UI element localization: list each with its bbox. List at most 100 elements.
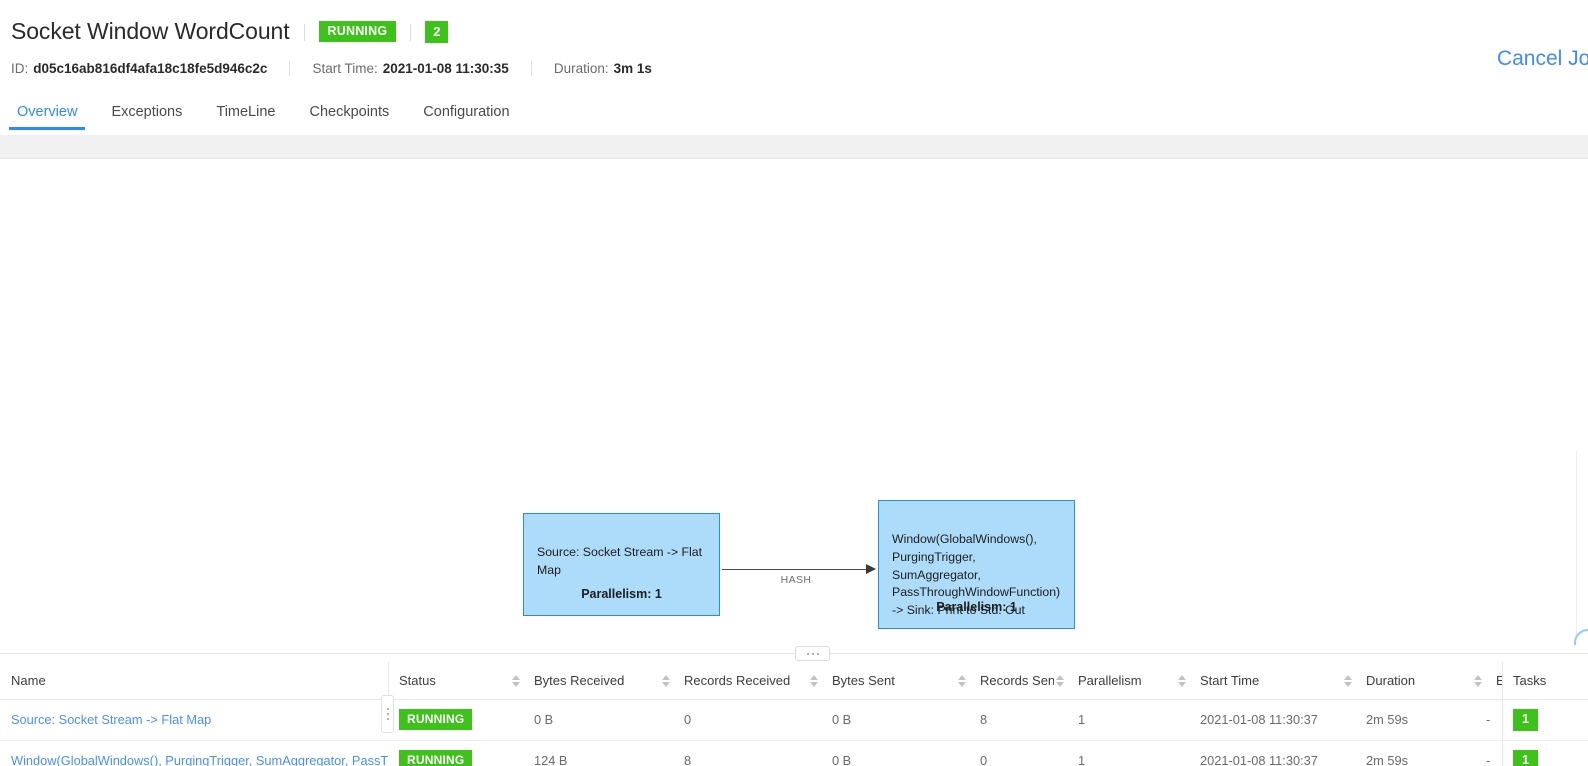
cell-bytes-received: 124 B bbox=[510, 740, 660, 766]
col-header-records-sent-label: Records Sent bbox=[980, 673, 1054, 688]
grip-dot bbox=[386, 708, 389, 710]
cell-end-time-value: - bbox=[1486, 712, 1491, 728]
duration-value: 3m 1s bbox=[613, 61, 652, 76]
panel-resize-bar bbox=[0, 653, 1588, 654]
row-tasks-badge: 1 bbox=[1513, 749, 1538, 766]
col-header-bytes-sent[interactable]: Bytes Sent bbox=[808, 662, 956, 700]
cell-start-time: 2021-01-08 11:30:37 bbox=[1176, 740, 1342, 766]
col-header-end-time[interactable]: E bbox=[1472, 662, 1502, 700]
column-resize-handle[interactable] bbox=[381, 695, 394, 733]
sort-icon[interactable] bbox=[1342, 674, 1353, 687]
grip-dot bbox=[806, 652, 809, 655]
row-status-badge: RUNNING bbox=[399, 709, 473, 731]
graph-edge-arrow-icon bbox=[866, 564, 876, 574]
cell-start-time: 2021-01-08 11:30:37 bbox=[1176, 699, 1342, 741]
sort-icon[interactable] bbox=[1472, 674, 1483, 687]
cell-duration: 2m 59s bbox=[1342, 699, 1472, 741]
sort-icon[interactable] bbox=[510, 674, 521, 687]
status-badge: RUNNING bbox=[318, 20, 397, 43]
tab-timeline-label: TimeLine bbox=[216, 104, 276, 120]
cell-duration-value: 2m 59s bbox=[1366, 712, 1408, 728]
tab-overview-label: Overview bbox=[17, 104, 78, 120]
graph-node-window[interactable]: Window(GlobalWindows(), PurgingTrigger, … bbox=[878, 500, 1075, 629]
tab-checkpoints[interactable]: Checkpoints bbox=[292, 98, 406, 130]
tab-overview[interactable]: Overview bbox=[0, 98, 94, 130]
col-header-start-time[interactable]: Start Time bbox=[1176, 662, 1342, 700]
graph-edge-line bbox=[722, 569, 870, 570]
col-header-start-time-label: Start Time bbox=[1200, 673, 1260, 688]
col-header-parallelism-label: Parallelism bbox=[1078, 673, 1142, 688]
cell-records-received: 8 bbox=[660, 740, 808, 766]
cell-records-received: 0 bbox=[660, 699, 808, 741]
cell-bytes-received: 0 B bbox=[510, 699, 660, 741]
meta-divider-1 bbox=[289, 61, 291, 76]
sort-icon[interactable] bbox=[808, 674, 819, 687]
col-header-records-received-label: Records Received bbox=[684, 673, 791, 688]
start-time-value: 2021-01-08 11:30:35 bbox=[382, 61, 509, 76]
graph-node-source-parallelism: Parallelism: 1 bbox=[581, 587, 662, 601]
col-header-duration-label: Duration bbox=[1366, 673, 1416, 688]
tab-configuration[interactable]: Configuration bbox=[406, 98, 526, 130]
col-header-tasks[interactable]: Tasks bbox=[1502, 662, 1588, 700]
col-header-status[interactable]: Status bbox=[388, 662, 510, 700]
col-header-bytes-received-label: Bytes Received bbox=[534, 673, 625, 688]
sort-icon[interactable] bbox=[660, 674, 671, 687]
cell-start-time-value: 2021-01-08 11:30:37 bbox=[1200, 752, 1318, 766]
canvas-side-divider bbox=[1576, 451, 1577, 645]
job-id-value: d05c16ab816df4afa18c18fe5d946c2c bbox=[33, 61, 268, 76]
cell-parallelism-value: 1 bbox=[1078, 752, 1086, 766]
subtask-name-link[interactable]: Window(GlobalWindows(), PurgingTrigger, … bbox=[0, 753, 388, 766]
graph-edge-label: HASH bbox=[780, 574, 812, 586]
cell-parallelism: 1 bbox=[1054, 740, 1176, 766]
col-header-tasks-label: Tasks bbox=[1513, 673, 1547, 688]
sort-icon[interactable] bbox=[1054, 674, 1065, 687]
col-header-duration[interactable]: Duration bbox=[1342, 662, 1472, 700]
job-graph-canvas[interactable]: Source: Socket Stream -> Flat Map Parall… bbox=[0, 158, 1588, 645]
cell-end-time: - bbox=[1472, 740, 1502, 766]
header-separator-band bbox=[0, 135, 1588, 158]
col-header-records-received[interactable]: Records Received bbox=[660, 662, 808, 700]
sort-icon[interactable] bbox=[956, 674, 967, 687]
cell-name[interactable]: Source: Socket Stream -> Flat Map bbox=[0, 699, 388, 741]
title-divider bbox=[303, 24, 305, 41]
col-header-bytes-sent-label: Bytes Sent bbox=[832, 673, 895, 688]
subtasks-table: Name Status Bytes Received Records Recei… bbox=[0, 662, 1588, 766]
cancel-job-button[interactable]: Cancel Job bbox=[1497, 47, 1588, 71]
cell-bytes-received-value: 124 B bbox=[534, 752, 568, 766]
sort-icon[interactable] bbox=[1176, 674, 1187, 687]
row-status-badge: RUNNING bbox=[399, 749, 473, 766]
cell-records-sent: 0 bbox=[956, 740, 1054, 766]
cell-parallelism: 1 bbox=[1054, 699, 1176, 741]
graph-node-source[interactable]: Source: Socket Stream -> Flat Map Parall… bbox=[523, 513, 720, 616]
cell-tasks: 1 bbox=[1502, 699, 1588, 741]
cell-records-sent: 8 bbox=[956, 699, 1054, 741]
cell-duration-value: 2m 59s bbox=[1366, 752, 1408, 766]
column-divider bbox=[388, 662, 389, 699]
tab-checkpoints-label: Checkpoints bbox=[309, 104, 390, 120]
job-title-row: Socket Window WordCount RUNNING 2 bbox=[11, 18, 449, 45]
cell-bytes-sent-value: 0 B bbox=[832, 712, 852, 728]
cell-end-time-value: - bbox=[1486, 752, 1491, 766]
page-header: Socket Window WordCount RUNNING 2 ID: d0… bbox=[0, 0, 1588, 135]
col-header-bytes-received[interactable]: Bytes Received bbox=[510, 662, 660, 700]
table-row[interactable]: Source: Socket Stream -> Flat Map RUNNIN… bbox=[0, 699, 1588, 741]
table-row[interactable]: Window(GlobalWindows(), PurgingTrigger, … bbox=[0, 740, 1588, 766]
col-header-parallelism[interactable]: Parallelism bbox=[1054, 662, 1176, 700]
cell-name[interactable]: Window(GlobalWindows(), PurgingTrigger, … bbox=[0, 740, 388, 766]
job-graph-inner: Source: Socket Stream -> Flat Map Parall… bbox=[0, 159, 1588, 645]
cell-tasks: 1 bbox=[1502, 740, 1588, 766]
cell-bytes-sent-value: 0 B bbox=[832, 752, 852, 766]
col-header-name[interactable]: Name bbox=[0, 662, 388, 700]
cell-status: RUNNING bbox=[388, 740, 510, 766]
subtask-name-link[interactable]: Source: Socket Stream -> Flat Map bbox=[0, 712, 211, 727]
col-header-records-sent[interactable]: Records Sent bbox=[956, 662, 1054, 700]
cell-records-sent-value: 0 bbox=[980, 752, 988, 766]
grip-dot bbox=[386, 713, 389, 715]
badge-divider bbox=[410, 24, 412, 41]
tab-exceptions[interactable]: Exceptions bbox=[94, 98, 199, 130]
tab-timeline[interactable]: TimeLine bbox=[199, 98, 292, 130]
table-header-row: Name Status Bytes Received Records Recei… bbox=[0, 662, 1588, 700]
duration-label: Duration: bbox=[553, 61, 609, 76]
cell-records-sent-value: 8 bbox=[980, 712, 988, 728]
panel-resize-handle[interactable] bbox=[795, 646, 830, 661]
